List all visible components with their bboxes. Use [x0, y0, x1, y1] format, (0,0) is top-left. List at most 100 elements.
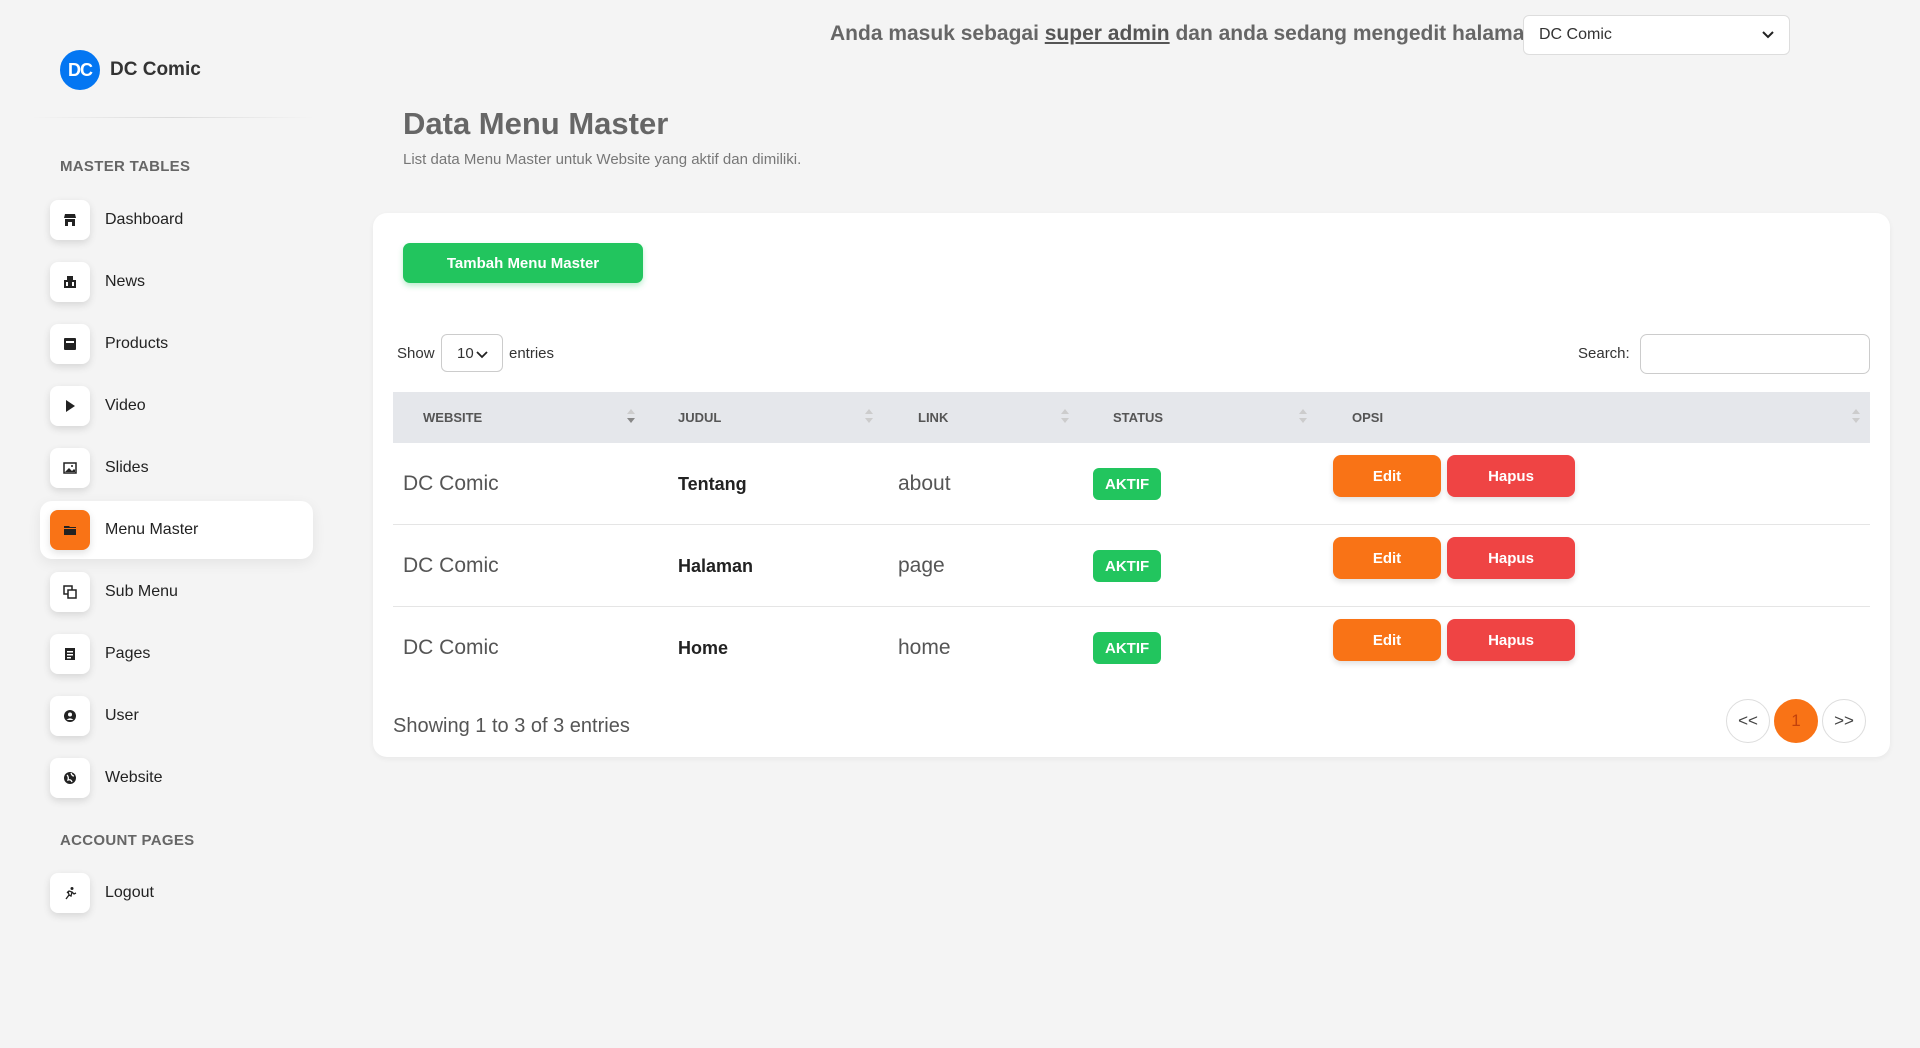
show-label: Show: [397, 345, 435, 362]
sidebar-item-dashboard[interactable]: Dashboard: [40, 191, 313, 249]
sidebar-item-news[interactable]: News: [40, 253, 313, 311]
folder-icon: [50, 510, 90, 550]
site-select-value: DC Comic: [1539, 26, 1612, 43]
cell-link: home: [898, 636, 951, 659]
chevron-down-icon: [1761, 28, 1775, 47]
run-icon: [50, 873, 90, 913]
sidebar-item-sub-menu[interactable]: Sub Menu: [40, 563, 313, 621]
play-icon: [50, 386, 90, 426]
cell-link: about: [898, 472, 951, 495]
search-label: Search:: [1578, 345, 1630, 362]
sort-icon[interactable]: [1299, 409, 1307, 425]
sidebar-item-menu-master[interactable]: Menu Master: [40, 501, 313, 559]
sidebar-item-label: Dashboard: [105, 211, 184, 228]
table-row: DC Comic Home home AKTIF Edit Hapus: [393, 607, 1870, 689]
status-cell: AKTIF: [1093, 607, 1162, 689]
column-header-website[interactable]: WEBSITE: [423, 392, 482, 443]
dc-logo-icon: DC: [60, 50, 100, 90]
session-info-suffix: dan anda sedang mengedit halaman: [1169, 22, 1538, 45]
sidebar-item-label: Website: [105, 769, 163, 786]
cell-judul: Home: [678, 637, 729, 658]
sidebar-item-label: Video: [105, 397, 146, 414]
sort-icon[interactable]: [1852, 409, 1860, 425]
entries-select[interactable]: 10: [441, 334, 503, 372]
newspaper-icon: [50, 262, 90, 302]
status-badge: AKTIF: [1093, 468, 1162, 500]
image-icon: [50, 448, 90, 488]
delete-button[interactable]: Hapus: [1447, 455, 1575, 497]
sidebar-item-logout[interactable]: Logout: [40, 864, 313, 922]
chevron-down-icon: [476, 348, 488, 365]
sort-icon[interactable]: [1061, 409, 1069, 425]
globe-icon: [50, 758, 90, 798]
cell-website: DC Comic: [403, 554, 499, 577]
section-title-master: MASTER TABLES: [60, 158, 191, 175]
pagination-page-1[interactable]: 1: [1774, 699, 1818, 743]
column-label: JUDUL: [678, 410, 722, 425]
pagination-next[interactable]: >>: [1822, 699, 1866, 743]
session-info: Anda masuk sebagai super admin dan anda …: [830, 22, 1537, 46]
user-circle-icon: [50, 696, 90, 736]
sidebar-item-user[interactable]: User: [40, 687, 313, 745]
store-icon: [50, 200, 90, 240]
sidebar-item-slides[interactable]: Slides: [40, 439, 313, 497]
entries-value: 10: [457, 344, 474, 362]
sidebar-item-label: News: [105, 273, 146, 290]
cell-website: DC Comic: [403, 472, 499, 495]
logo-text: DC: [68, 59, 93, 80]
column-header-link[interactable]: LINK: [918, 392, 948, 443]
sort-icon[interactable]: [627, 409, 635, 425]
data-card: Tambah Menu Master Show 10 entries Searc…: [373, 213, 1890, 757]
cell-judul: Tentang: [678, 473, 747, 494]
table-row: DC Comic Halaman page AKTIF Edit Hapus: [393, 525, 1870, 607]
column-label: OPSI: [1352, 410, 1384, 425]
session-role: super admin: [1044, 22, 1170, 45]
brand[interactable]: DC DC Comic: [60, 50, 201, 90]
table-row: DC Comic Tentang about AKTIF Edit Hapus: [393, 443, 1870, 525]
column-header-judul[interactable]: JUDUL: [678, 392, 721, 443]
sidebar-item-pages[interactable]: Pages: [40, 625, 313, 683]
edit-button[interactable]: Edit: [1333, 537, 1441, 579]
copy-icon: [50, 572, 90, 612]
sidebar-item-label: User: [105, 707, 139, 724]
sidebar-item-label: Sub Menu: [105, 583, 178, 600]
document-icon: [50, 634, 90, 674]
sidebar-item-label: Products: [105, 335, 169, 352]
site-select[interactable]: DC Comic: [1523, 15, 1790, 55]
column-label: WEBSITE: [423, 410, 483, 425]
sidebar: DC DC Comic MASTER TABLES Dashboard News…: [0, 0, 330, 1048]
status-cell: AKTIF: [1093, 443, 1162, 525]
box-icon: [50, 324, 90, 364]
sidebar-item-label: Menu Master: [105, 521, 199, 538]
cell-website: DC Comic: [403, 636, 499, 659]
column-header-opsi[interactable]: OPSI: [1352, 392, 1383, 443]
column-header-status[interactable]: STATUS: [1113, 392, 1163, 443]
entries-label: entries: [509, 345, 555, 362]
cell-link: page: [898, 554, 945, 577]
status-badge: AKTIF: [1093, 632, 1162, 664]
sidebar-item-label: Pages: [105, 645, 151, 662]
cell-judul: Halaman: [678, 555, 754, 576]
sidebar-item-website[interactable]: Website: [40, 749, 313, 807]
page-title: Data Menu Master: [403, 106, 669, 141]
pagination-prev[interactable]: <<: [1726, 699, 1770, 743]
sort-icon[interactable]: [865, 409, 873, 425]
session-info-prefix: Anda masuk sebagai: [830, 22, 1045, 45]
divider: [30, 117, 315, 118]
column-label: STATUS: [1113, 410, 1164, 425]
edit-button[interactable]: Edit: [1333, 619, 1441, 661]
column-label: LINK: [918, 410, 949, 425]
sidebar-item-video[interactable]: Video: [40, 377, 313, 435]
status-cell: AKTIF: [1093, 525, 1162, 607]
sidebar-item-products[interactable]: Products: [40, 315, 313, 373]
edit-button[interactable]: Edit: [1333, 455, 1441, 497]
delete-button[interactable]: Hapus: [1447, 619, 1575, 661]
search-input[interactable]: [1640, 334, 1870, 374]
brand-name: DC Comic: [110, 59, 201, 80]
delete-button[interactable]: Hapus: [1447, 537, 1575, 579]
sidebar-item-label: Slides: [105, 459, 149, 476]
section-title-account: ACCOUNT PAGES: [60, 832, 195, 849]
table-info: Showing 1 to 3 of 3 entries: [393, 715, 630, 737]
sidebar-item-label: Logout: [105, 884, 154, 901]
add-menu-master-button[interactable]: Tambah Menu Master: [403, 243, 643, 283]
